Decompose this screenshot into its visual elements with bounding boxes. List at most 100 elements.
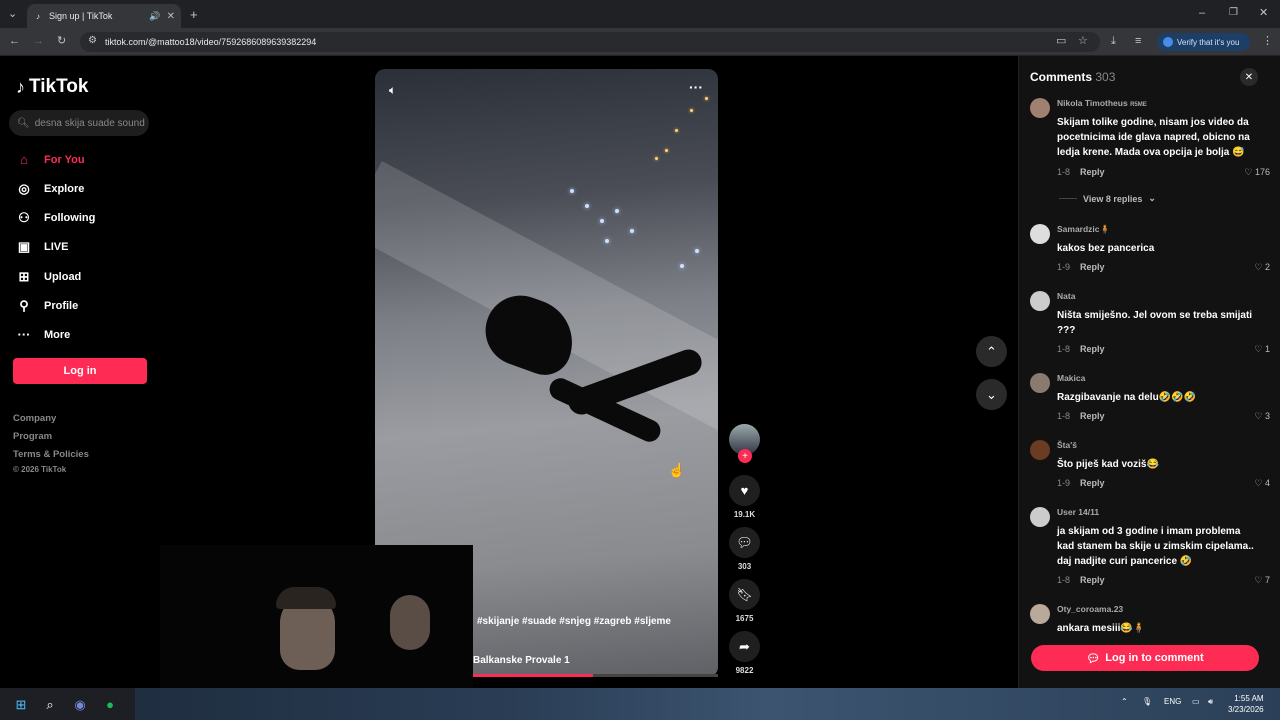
nav-following[interactable]: ⚇ Following bbox=[16, 210, 95, 226]
previous-video-button[interactable]: ⌃ bbox=[976, 336, 1007, 367]
forward-icon[interactable]: → bbox=[33, 36, 44, 47]
footer-terms-link[interactable]: Terms & Policies bbox=[13, 449, 89, 460]
footer-company-link[interactable]: Company bbox=[13, 413, 56, 424]
nav-more[interactable]: ··· More bbox=[16, 327, 71, 342]
volume-icon[interactable]: 🔈︎ bbox=[389, 83, 396, 98]
view-replies-button[interactable]: View 8 replies ⌄ bbox=[1059, 193, 1156, 204]
reload-icon[interactable]: ↻ bbox=[57, 36, 66, 47]
discord-icon[interactable]: ◉ bbox=[72, 697, 88, 713]
avatar[interactable] bbox=[1030, 440, 1050, 460]
video-music[interactable]: Balkanske Provale 1 bbox=[473, 655, 570, 666]
browser-menu-icon[interactable]: ⋮ bbox=[1262, 36, 1273, 47]
system-clock[interactable]: 1:55 AM 3/23/2026 bbox=[1228, 693, 1264, 715]
comment-user[interactable]: Nata bbox=[1057, 291, 1075, 301]
media-control-icon[interactable]: ≡ bbox=[1135, 36, 1141, 47]
video-caption[interactable]: #skijanje #suade #snjeg #zagreb #sljeme bbox=[477, 616, 671, 627]
reply-button[interactable]: Reply bbox=[1080, 575, 1105, 585]
comment-like[interactable]: ♡ 2 bbox=[1254, 262, 1270, 273]
reply-button[interactable]: Reply bbox=[1080, 167, 1105, 177]
close-comments-icon[interactable]: ✕ bbox=[1240, 68, 1258, 86]
browser-tab[interactable]: ♪ Sign up | TikTok 🔊 ✕ bbox=[27, 4, 181, 28]
network-icon[interactable]: ▭ bbox=[1192, 697, 1200, 706]
comment-user[interactable]: Nikola Timotheus R5ME bbox=[1057, 98, 1147, 108]
login-to-comment-button[interactable]: 💬︎ Log in to comment bbox=[1031, 645, 1259, 671]
avatar[interactable] bbox=[1030, 224, 1050, 244]
site-info-icon[interactable]: ⚙ bbox=[88, 36, 97, 46]
comment-like[interactable]: ♡ 1 bbox=[1254, 344, 1270, 355]
save-action[interactable]: 🔖︎ 1675 bbox=[729, 579, 760, 623]
comment-user[interactable]: User 14/11 bbox=[1057, 507, 1099, 517]
comment-text: ja skijam od 3 godine i imam problema ka… bbox=[1057, 526, 1254, 567]
avatar[interactable] bbox=[1030, 604, 1050, 624]
comment-meta: 1-9 Reply bbox=[1057, 262, 1105, 272]
back-icon[interactable]: ← bbox=[9, 36, 20, 47]
nav-label: Profile bbox=[44, 300, 79, 312]
volume-icon[interactable]: 🔊︎ bbox=[1208, 697, 1213, 707]
window-close-icon[interactable]: ✕ bbox=[1259, 8, 1268, 19]
follow-plus-icon[interactable]: + bbox=[738, 449, 752, 463]
next-video-button[interactable]: ⌄ bbox=[976, 379, 1007, 410]
cast-icon[interactable]: ▭ bbox=[1056, 36, 1066, 47]
share-icon[interactable]: ➦ bbox=[729, 631, 760, 662]
chevron-up-icon: ⌃ bbox=[986, 343, 997, 359]
comment-user[interactable]: Makica bbox=[1057, 373, 1085, 383]
heart-icon[interactable]: ♥ bbox=[729, 475, 760, 506]
url-bar[interactable]: ⚙ tiktok.com/@mattoo18/video/75926860896… bbox=[80, 32, 1100, 52]
like-action[interactable]: ♥ 19.1K bbox=[729, 475, 760, 519]
comment-icon[interactable]: 💬︎ bbox=[729, 527, 760, 558]
footer-program-link[interactable]: Program bbox=[13, 431, 52, 442]
reply-button[interactable]: Reply bbox=[1080, 262, 1105, 272]
restore-icon[interactable]: ❐ bbox=[1229, 8, 1238, 18]
live-icon: ▣ bbox=[17, 239, 31, 254]
light bbox=[615, 209, 619, 213]
comment-like[interactable]: ♡ 4 bbox=[1254, 478, 1270, 489]
comment-action[interactable]: 💬︎ 303 bbox=[729, 527, 760, 571]
comment-user[interactable]: Oty_coroama.23 bbox=[1057, 604, 1123, 614]
video-progress[interactable] bbox=[473, 674, 718, 677]
avatar[interactable] bbox=[1030, 507, 1050, 527]
minimize-icon[interactable]: – bbox=[1199, 8, 1205, 19]
reply-button[interactable]: Reply bbox=[1080, 478, 1105, 488]
download-icon[interactable]: ⤓ bbox=[1111, 36, 1116, 47]
comment-item: Oty_coroama.23 ankara mesiii😂🧍 bbox=[1030, 604, 1270, 634]
microphone-icon[interactable]: 🎙︎ bbox=[1142, 697, 1152, 706]
comment-meta: 1-8 Reply bbox=[1057, 411, 1105, 421]
more-icon: ··· bbox=[17, 327, 31, 342]
comment-like[interactable]: ♡ 3 bbox=[1254, 411, 1270, 422]
comment-user[interactable]: Samardzic🧍 bbox=[1057, 224, 1110, 235]
share-action[interactable]: ➦ 9822 bbox=[729, 631, 760, 675]
comment-like[interactable]: ♡ 176 bbox=[1244, 167, 1270, 178]
reply-button[interactable]: Reply bbox=[1080, 411, 1105, 421]
tab-list-icon[interactable]: ⌄ bbox=[8, 9, 17, 20]
comment-like[interactable]: ♡ 7 bbox=[1254, 575, 1270, 586]
comment-item: Makica Razgibavanje na delu🤣🤣🤣 1-8 Reply… bbox=[1030, 373, 1270, 423]
more-options-icon[interactable]: ··· bbox=[689, 79, 703, 95]
nav-live[interactable]: ▣ LIVE bbox=[16, 239, 69, 255]
tab-close-icon[interactable]: ✕ bbox=[167, 11, 175, 22]
bookmark-star-icon[interactable]: ☆ bbox=[1078, 36, 1088, 47]
nav-upload[interactable]: ⊞ Upload bbox=[16, 269, 82, 285]
streamer-hand bbox=[390, 595, 430, 650]
search-input[interactable]: 🔍︎ desna skija suade sound bbox=[9, 110, 149, 136]
login-button[interactable]: Log in bbox=[13, 358, 147, 384]
nav-profile[interactable]: ⚲ Profile bbox=[16, 298, 78, 314]
language-indicator[interactable]: ENG bbox=[1164, 697, 1181, 706]
tray-overflow-icon[interactable]: ⌃ bbox=[1121, 697, 1128, 706]
light bbox=[665, 149, 668, 152]
spotify-icon[interactable]: ● bbox=[102, 697, 118, 713]
bookmark-icon[interactable]: 🔖︎ bbox=[729, 579, 760, 610]
tiktok-logo[interactable]: ♪ TikTok bbox=[16, 76, 88, 98]
avatar[interactable] bbox=[1030, 98, 1050, 118]
avatar[interactable] bbox=[1030, 291, 1050, 311]
search-icon[interactable]: ⌕ bbox=[42, 697, 58, 713]
comment-user[interactable]: Šta'š bbox=[1057, 440, 1077, 450]
tab-audio-icon[interactable]: 🔊 bbox=[149, 11, 160, 22]
nav-for-you[interactable]: ⌂ For You bbox=[16, 152, 84, 167]
avatar[interactable] bbox=[1030, 373, 1050, 393]
nav-explore[interactable]: ◎ Explore bbox=[16, 181, 84, 197]
new-tab-icon[interactable]: + bbox=[190, 8, 198, 21]
reply-button[interactable]: Reply bbox=[1080, 344, 1105, 354]
comments-header: Comments 303 bbox=[1030, 70, 1115, 84]
verify-identity-button[interactable]: Verify that it's you bbox=[1157, 33, 1250, 51]
windows-start-icon[interactable]: ⊞ bbox=[13, 697, 29, 713]
